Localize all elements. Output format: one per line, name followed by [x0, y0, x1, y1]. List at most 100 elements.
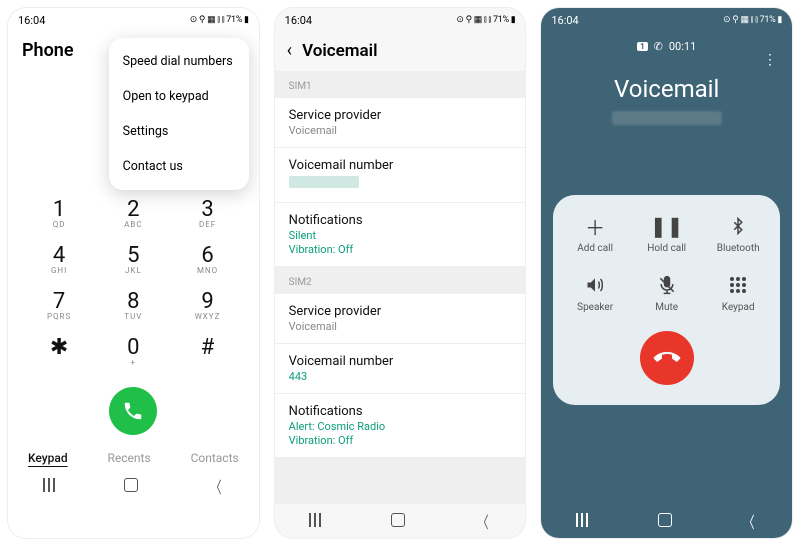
- dialkey-8[interactable]: 8TUV: [103, 289, 163, 321]
- key-digit: 6: [178, 243, 238, 268]
- end-call-button[interactable]: [640, 331, 694, 385]
- row-service-provider-2[interactable]: Service provider Voicemail: [275, 294, 526, 344]
- btn-label: Bluetooth: [703, 243, 773, 254]
- dialkey-✱[interactable]: ✱: [29, 335, 89, 367]
- row-title: Service provider: [289, 304, 512, 319]
- dialkey-7[interactable]: 7PQRS: [29, 289, 89, 321]
- pause-icon: ❚❚: [632, 213, 702, 239]
- call-timer-line: 1 ✆ 00:11: [541, 40, 792, 53]
- bluetooth-icon: [703, 213, 773, 239]
- row-value: 443: [289, 370, 512, 383]
- key-digit: ✱: [29, 335, 89, 360]
- status-bar: 16:04 ⊙ ⚲ ▦ ⫾ ⫾ 71% ▮: [8, 8, 259, 30]
- tab-recents[interactable]: Recents: [108, 451, 151, 465]
- overflow-menu-icon[interactable]: ⋮: [763, 52, 778, 68]
- phone-mini-icon: ✆: [654, 40, 663, 53]
- dialkey-#[interactable]: #: [178, 335, 238, 367]
- redacted-number: [289, 176, 359, 188]
- row-subtitle: Voicemail: [289, 320, 512, 333]
- speaker-button[interactable]: Speaker: [560, 272, 630, 313]
- app-title: Phone: [22, 40, 74, 61]
- nav-back-icon[interactable]: 〈: [210, 474, 221, 498]
- call-button[interactable]: [109, 387, 157, 435]
- hold-call-button[interactable]: ❚❚ Hold call: [632, 213, 702, 254]
- row-notifications-2[interactable]: Notifications Alert: Cosmic Radio Vibrat…: [275, 394, 526, 458]
- dialkey-1[interactable]: 1QD: [29, 197, 89, 229]
- status-time: 16:04: [285, 14, 312, 27]
- call-timer: 00:11: [669, 40, 696, 53]
- dialkey-9[interactable]: 9WXYZ: [178, 289, 238, 321]
- dialpad: 1QD 2ABC 3DEF 4GHI 5JKL 6MNO 7PQRS 8TUV 9WXYZ ✱ 0+…: [8, 197, 259, 381]
- call-controls-panel: ＋ Add call ❚❚ Hold call Bluetooth Speake…: [553, 195, 780, 405]
- dialkey-4[interactable]: 4GHI: [29, 243, 89, 275]
- row-alert: Silent: [289, 229, 512, 242]
- mute-button[interactable]: Mute: [632, 272, 702, 313]
- back-button[interactable]: ‹: [287, 40, 292, 61]
- key-letters: +: [103, 358, 163, 367]
- btn-label: Hold call: [632, 243, 702, 254]
- nav-home-icon[interactable]: [124, 477, 138, 496]
- tab-keypad[interactable]: Keypad: [28, 451, 68, 465]
- mute-icon: [632, 272, 702, 298]
- key-digit: 5: [103, 243, 163, 268]
- menu-settings[interactable]: Settings: [109, 114, 249, 149]
- dialkey-2[interactable]: 2ABC: [103, 197, 163, 229]
- nav-recents-icon[interactable]: [43, 477, 55, 496]
- nav-back-icon[interactable]: 〈: [477, 509, 488, 533]
- key-digit: 1: [29, 197, 89, 222]
- key-letters: DEF: [178, 220, 238, 229]
- btn-label: Add call: [560, 243, 630, 254]
- key-letters: JKL: [103, 266, 163, 275]
- nav-recents-icon[interactable]: [309, 512, 321, 531]
- row-service-provider-1[interactable]: Service provider Voicemail: [275, 98, 526, 148]
- row-vibration: Vibration: Off: [289, 243, 512, 256]
- key-letters: PQRS: [29, 312, 89, 321]
- status-bar: 16:04 ⊙ ⚲ ▦ ⫾ ⫾ 71% ▮: [541, 8, 792, 30]
- key-letters: WXYZ: [178, 312, 238, 321]
- row-title: Voicemail number: [289, 158, 512, 173]
- phone-icon: [122, 400, 144, 422]
- btn-label: Keypad: [703, 302, 773, 313]
- add-call-button[interactable]: ＋ Add call: [560, 213, 630, 254]
- dialkey-0[interactable]: 0+: [103, 335, 163, 367]
- key-digit: 2: [103, 197, 163, 222]
- dialkey-6[interactable]: 6MNO: [178, 243, 238, 275]
- row-title: Service provider: [289, 108, 512, 123]
- tab-contacts[interactable]: Contacts: [191, 451, 239, 465]
- dialkey-3[interactable]: 3DEF: [178, 197, 238, 229]
- bluetooth-button[interactable]: Bluetooth: [703, 213, 773, 254]
- menu-contact-us[interactable]: Contact us: [109, 149, 249, 184]
- dialkey-5[interactable]: 5JKL: [103, 243, 163, 275]
- keypad-icon: [703, 272, 773, 298]
- nav-home-icon[interactable]: [391, 512, 405, 531]
- nav-home-icon[interactable]: [658, 512, 672, 531]
- status-bar: 16:04 ⊙ ⚲ ▦ ⫾ ⫾ 71% ▮: [275, 8, 526, 30]
- keypad-button[interactable]: Keypad: [703, 272, 773, 313]
- phone-app-dialer: 16:04 ⊙ ⚲ ▦ ⫾ ⫾ 71% ▮ Phone Speed dial n…: [8, 8, 259, 538]
- row-notifications-1[interactable]: Notifications Silent Vibration: Off: [275, 203, 526, 267]
- screen-title: Voicemail: [302, 41, 377, 61]
- key-letters: ABC: [103, 220, 163, 229]
- plus-icon: ＋: [560, 213, 630, 239]
- voicemail-settings-screen: 16:04 ⊙ ⚲ ▦ ⫾ ⫾ 71% ▮ ‹ Voicemail SIM1 S…: [275, 8, 526, 538]
- key-letters: MNO: [178, 266, 238, 275]
- key-letters: TUV: [103, 312, 163, 321]
- status-right: ⊙ ⚲ ▦ ⫾ ⫾ 71% ▮: [190, 15, 249, 25]
- key-letters: QD: [29, 220, 89, 229]
- status-time: 16:04: [551, 14, 578, 27]
- row-voicemail-number-2[interactable]: Voicemail number 443: [275, 344, 526, 394]
- btn-label: Mute: [632, 302, 702, 313]
- nav-back-icon[interactable]: 〈: [744, 509, 755, 533]
- nav-recents-icon[interactable]: [576, 512, 588, 531]
- key-digit: 9: [178, 289, 238, 314]
- key-digit: 7: [29, 289, 89, 314]
- menu-open-keypad[interactable]: Open to keypad: [109, 79, 249, 114]
- row-voicemail-number-1[interactable]: Voicemail number: [275, 148, 526, 203]
- row-title: Voicemail number: [289, 354, 512, 369]
- row-title: Notifications: [289, 404, 512, 419]
- key-digit: 4: [29, 243, 89, 268]
- row-alert: Alert: Cosmic Radio: [289, 420, 512, 433]
- status-right: ⊙ ⚲ ▦ ⫾ ⫾ 71% ▮: [723, 15, 782, 25]
- menu-speed-dial[interactable]: Speed dial numbers: [109, 44, 249, 79]
- key-digit: #: [178, 335, 238, 360]
